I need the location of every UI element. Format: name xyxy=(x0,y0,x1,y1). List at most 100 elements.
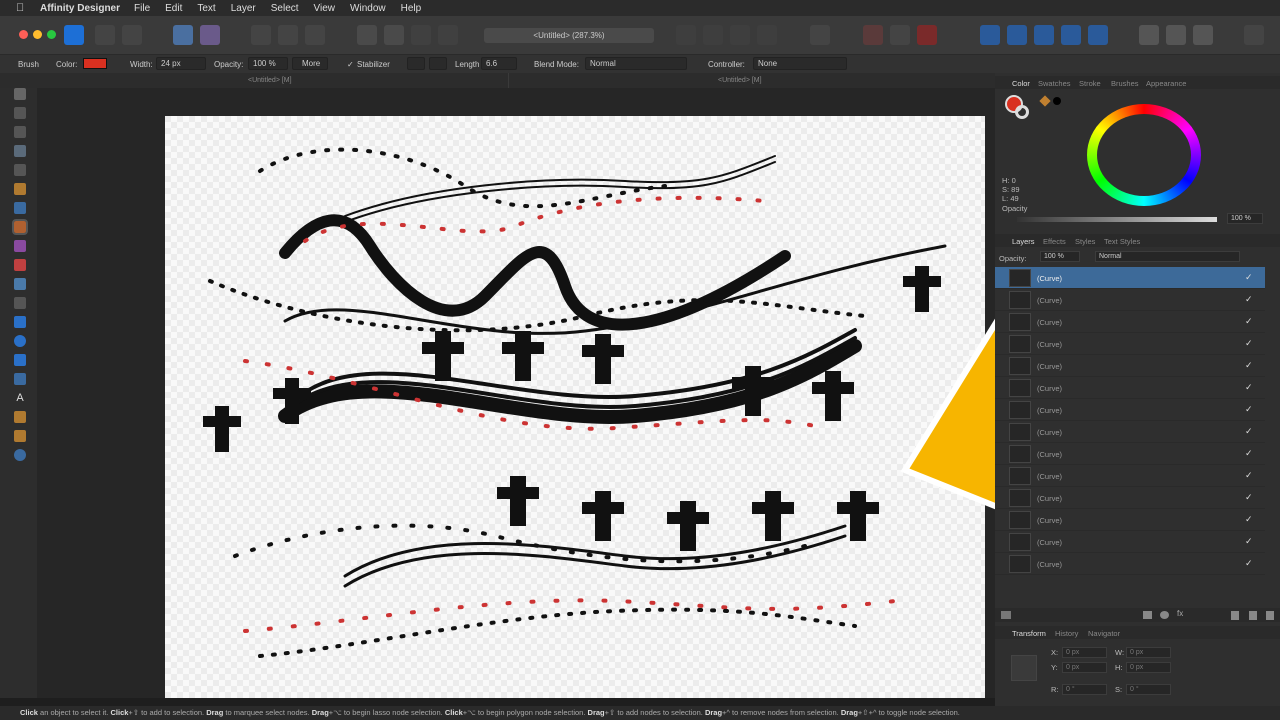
shape-tool-icon[interactable] xyxy=(14,373,26,385)
stabilizer-checkbox[interactable]: ✓ xyxy=(347,60,354,69)
tab-document-left[interactable]: <Untitled> [M] xyxy=(248,77,292,84)
pencil-tool-icon[interactable] xyxy=(14,202,26,214)
tab-swatches[interactable]: Swatches xyxy=(1038,79,1071,88)
boolean-xor-icon[interactable] xyxy=(1061,25,1081,45)
visibility-checkbox[interactable]: ✓ xyxy=(1245,294,1253,305)
color-wheel[interactable] xyxy=(1087,104,1201,206)
length-field[interactable]: 6.6 xyxy=(481,57,517,70)
zoom-window-button[interactable] xyxy=(47,30,56,39)
layer-row[interactable]: (Curve) ✓ xyxy=(995,421,1265,443)
opacity-field[interactable]: 100 % xyxy=(248,57,288,70)
visibility-checkbox[interactable]: ✓ xyxy=(1245,536,1253,547)
pixel-persona-icon[interactable] xyxy=(95,25,115,45)
snapping-icon[interactable] xyxy=(200,25,220,45)
assistant-icon[interactable] xyxy=(173,25,193,45)
blend-mode-select[interactable]: Normal xyxy=(585,57,687,70)
visibility-checkbox[interactable]: ✓ xyxy=(1245,272,1253,283)
view-mode-icon[interactable] xyxy=(1139,25,1159,45)
split-view-icon[interactable] xyxy=(1166,25,1186,45)
layer-row[interactable]: (Curve) ✓ xyxy=(995,553,1265,575)
layer-row[interactable]: (Curve) ✓ xyxy=(995,509,1265,531)
app-name[interactable]: Affinity Designer xyxy=(40,3,120,14)
layer-row[interactable]: (Curve) ✓ xyxy=(995,355,1265,377)
tab-transform[interactable]: Transform xyxy=(1012,629,1046,638)
minimize-window-button[interactable] xyxy=(33,30,42,39)
anchor-point-selector[interactable] xyxy=(1011,655,1037,681)
tab-stroke[interactable]: Stroke xyxy=(1079,79,1101,88)
arrange-forward-icon[interactable] xyxy=(384,25,404,45)
align-icon[interactable] xyxy=(251,25,271,45)
more-button[interactable]: More xyxy=(292,57,328,70)
pen-tool-icon[interactable] xyxy=(14,183,26,195)
tab-effects[interactable]: Effects xyxy=(1043,237,1066,246)
layer-row[interactable]: (Curve) ✓ xyxy=(995,289,1265,311)
visibility-checkbox[interactable]: ✓ xyxy=(1245,514,1253,525)
visibility-checkbox[interactable]: ✓ xyxy=(1245,492,1253,503)
brush-strokes-artwork[interactable] xyxy=(165,116,985,698)
visibility-checkbox[interactable]: ✓ xyxy=(1245,360,1253,371)
y-field[interactable]: 0 px xyxy=(1062,662,1107,673)
zoom-tool-icon[interactable] xyxy=(14,449,26,461)
layer-row[interactable]: (Curve) ✓ xyxy=(995,465,1265,487)
visibility-checkbox[interactable]: ✓ xyxy=(1245,558,1253,569)
color-picker-tool-icon[interactable] xyxy=(14,411,26,423)
controller-select[interactable]: None xyxy=(753,57,847,70)
rounded-rectangle-tool-icon[interactable] xyxy=(14,354,26,366)
place-image-tool-icon[interactable] xyxy=(14,278,26,290)
adjustment-icon[interactable] xyxy=(1160,611,1169,619)
arrange-front-icon[interactable] xyxy=(411,25,431,45)
menu-help[interactable]: Help xyxy=(401,3,422,14)
tab-styles[interactable]: Styles xyxy=(1075,237,1095,246)
boolean-add-icon[interactable] xyxy=(980,25,1000,45)
tab-appearance[interactable]: Appearance xyxy=(1146,79,1186,88)
flip-vertical-icon[interactable] xyxy=(703,25,723,45)
visibility-checkbox[interactable]: ✓ xyxy=(1245,470,1253,481)
opacity-slider[interactable] xyxy=(1017,217,1217,222)
tab-color[interactable]: Color xyxy=(1012,79,1030,88)
rectangle-tool-icon[interactable] xyxy=(14,316,26,328)
menu-layer[interactable]: Layer xyxy=(231,3,256,14)
rotate-right-icon[interactable] xyxy=(757,25,777,45)
h-field[interactable]: 0 px xyxy=(1126,662,1171,673)
boolean-intersect-icon[interactable] xyxy=(1034,25,1054,45)
tab-navigator[interactable]: Navigator xyxy=(1088,629,1120,638)
rotation-field[interactable]: 0 ° xyxy=(1062,684,1107,695)
geometry-icon[interactable] xyxy=(810,25,830,45)
apple-icon[interactable]:  xyxy=(16,2,30,14)
contour-tool-icon[interactable] xyxy=(14,145,26,157)
layer-row[interactable]: (Curve) ✓ xyxy=(995,487,1265,509)
eyedropper-icon[interactable] xyxy=(1039,95,1051,107)
visibility-checkbox[interactable]: ✓ xyxy=(1245,426,1253,437)
tab-text-styles[interactable]: Text Styles xyxy=(1104,237,1140,246)
layer-opacity-field[interactable]: 100 % xyxy=(1040,251,1080,262)
corner-tool-icon[interactable] xyxy=(14,164,26,176)
preview-icon[interactable] xyxy=(1193,25,1213,45)
vector-brush-tool-icon[interactable] xyxy=(12,219,28,235)
visibility-checkbox[interactable]: ✓ xyxy=(1245,338,1253,349)
x-field[interactable]: 0 px xyxy=(1062,647,1107,658)
layer-row[interactable]: (Curve) ✓ xyxy=(995,311,1265,333)
width-field[interactable]: 24 px xyxy=(156,57,206,70)
crop-tool-icon[interactable] xyxy=(14,297,26,309)
hand-tool-icon[interactable] xyxy=(14,430,26,442)
menu-window[interactable]: Window xyxy=(350,3,386,14)
account-icon[interactable] xyxy=(1244,25,1264,45)
layer-row[interactable]: (Curve) ✓ xyxy=(995,531,1265,553)
menu-text[interactable]: Text xyxy=(197,3,215,14)
node-tool-icon[interactable] xyxy=(14,126,26,138)
tab-brushes[interactable]: Brushes xyxy=(1111,79,1139,88)
grid-icon[interactable] xyxy=(863,25,883,45)
artboard-tool-icon[interactable] xyxy=(14,107,26,119)
rotate-left-icon[interactable] xyxy=(730,25,750,45)
delete-layer-icon[interactable] xyxy=(1266,611,1274,620)
ellipse-tool-icon[interactable] xyxy=(14,335,26,347)
distribute-icon[interactable] xyxy=(278,25,298,45)
layers-stack-icon[interactable] xyxy=(1001,611,1011,619)
visibility-checkbox[interactable]: ✓ xyxy=(1245,316,1253,327)
designer-persona-icon[interactable] xyxy=(64,25,84,45)
layer-row[interactable]: (Curve) ✓ xyxy=(995,377,1265,399)
arrange-top-icon[interactable] xyxy=(438,25,458,45)
export-persona-icon[interactable] xyxy=(122,25,142,45)
opacity-value[interactable]: 100 % xyxy=(1227,213,1263,224)
arrange-back-icon[interactable] xyxy=(357,25,377,45)
